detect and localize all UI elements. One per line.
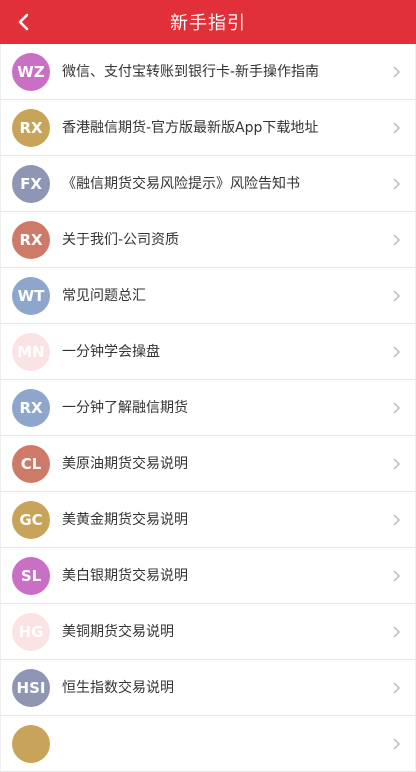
- chevron-right-icon: [393, 178, 400, 190]
- list-item-label: 香港融信期货-官方版最新版App下载地址: [62, 120, 319, 136]
- list-item[interactable]: RX 一分钟了解融信期货: [0, 380, 416, 436]
- list-item-label: 恒生指数交易说明: [62, 680, 174, 696]
- list-item[interactable]: FX 《融信期货交易风险提示》风险告知书: [0, 156, 416, 212]
- list-item[interactable]: WZ 微信、支付宝转账到银行卡-新手操作指南: [0, 44, 416, 100]
- list-item[interactable]: GC 美黄金期货交易说明: [0, 492, 416, 548]
- list-item-label: 一分钟学会操盘: [62, 344, 160, 360]
- avatar: WZ: [12, 53, 50, 91]
- list-item-label: 关于我们-公司资质: [62, 232, 180, 248]
- list-item[interactable]: HG 美铜期货交易说明: [0, 604, 416, 660]
- avatar: RX: [12, 221, 50, 259]
- chevron-right-icon: [393, 458, 400, 470]
- list-item[interactable]: RX 香港融信期货-官方版最新版App下载地址: [0, 100, 416, 156]
- list-item[interactable]: SL 美白银期货交易说明: [0, 548, 416, 604]
- page-title: 新手指引: [170, 13, 246, 34]
- guide-list: WZ 微信、支付宝转账到银行卡-新手操作指南 RX 香港融信期货-官方版最新版App下…: [0, 44, 416, 772]
- chevron-right-icon: [393, 738, 400, 750]
- list-item[interactable]: CL 美原油期货交易说明: [0, 436, 416, 492]
- avatar: [12, 725, 50, 763]
- chevron-right-icon: [393, 570, 400, 582]
- back-button[interactable]: [8, 7, 38, 37]
- chevron-right-icon: [393, 682, 400, 694]
- list-item-label: 一分钟了解融信期货: [62, 400, 188, 416]
- avatar: GC: [12, 501, 50, 539]
- avatar: RX: [12, 389, 50, 427]
- chevron-right-icon: [393, 290, 400, 302]
- list-item-label: 美原油期货交易说明: [62, 456, 188, 472]
- chevron-right-icon: [393, 66, 400, 78]
- chevron-right-icon: [393, 402, 400, 414]
- list-item[interactable]: RX 关于我们-公司资质: [0, 212, 416, 268]
- list-item-label: 《融信期货交易风险提示》风险告知书: [62, 176, 300, 192]
- avatar: HSI: [12, 669, 50, 707]
- chevron-right-icon: [393, 122, 400, 134]
- list-item-label: 微信、支付宝转账到银行卡-新手操作指南: [62, 64, 320, 80]
- avatar: SL: [12, 557, 50, 595]
- avatar: RX: [12, 109, 50, 147]
- avatar: WT: [12, 277, 50, 315]
- avatar: FX: [12, 165, 50, 203]
- list-item-label: 常见问题总汇: [62, 288, 146, 304]
- chevron-right-icon: [393, 346, 400, 358]
- avatar: HG: [12, 613, 50, 651]
- chevron-right-icon: [393, 234, 400, 246]
- chevron-right-icon: [393, 514, 400, 526]
- chevron-left-icon: [18, 13, 29, 31]
- list-item[interactable]: MN 一分钟学会操盘: [0, 324, 416, 380]
- list-item[interactable]: HSI 恒生指数交易说明: [0, 660, 416, 716]
- avatar: MN: [12, 333, 50, 371]
- avatar: CL: [12, 445, 50, 483]
- list-item-label: 美铜期货交易说明: [62, 624, 174, 640]
- list-item-label: 美白银期货交易说明: [62, 568, 188, 584]
- list-item[interactable]: [0, 716, 416, 772]
- list-item[interactable]: WT 常见问题总汇: [0, 268, 416, 324]
- chevron-right-icon: [393, 626, 400, 638]
- list-item-label: 美黄金期货交易说明: [62, 512, 188, 528]
- header-bar: 新手指引: [0, 0, 416, 44]
